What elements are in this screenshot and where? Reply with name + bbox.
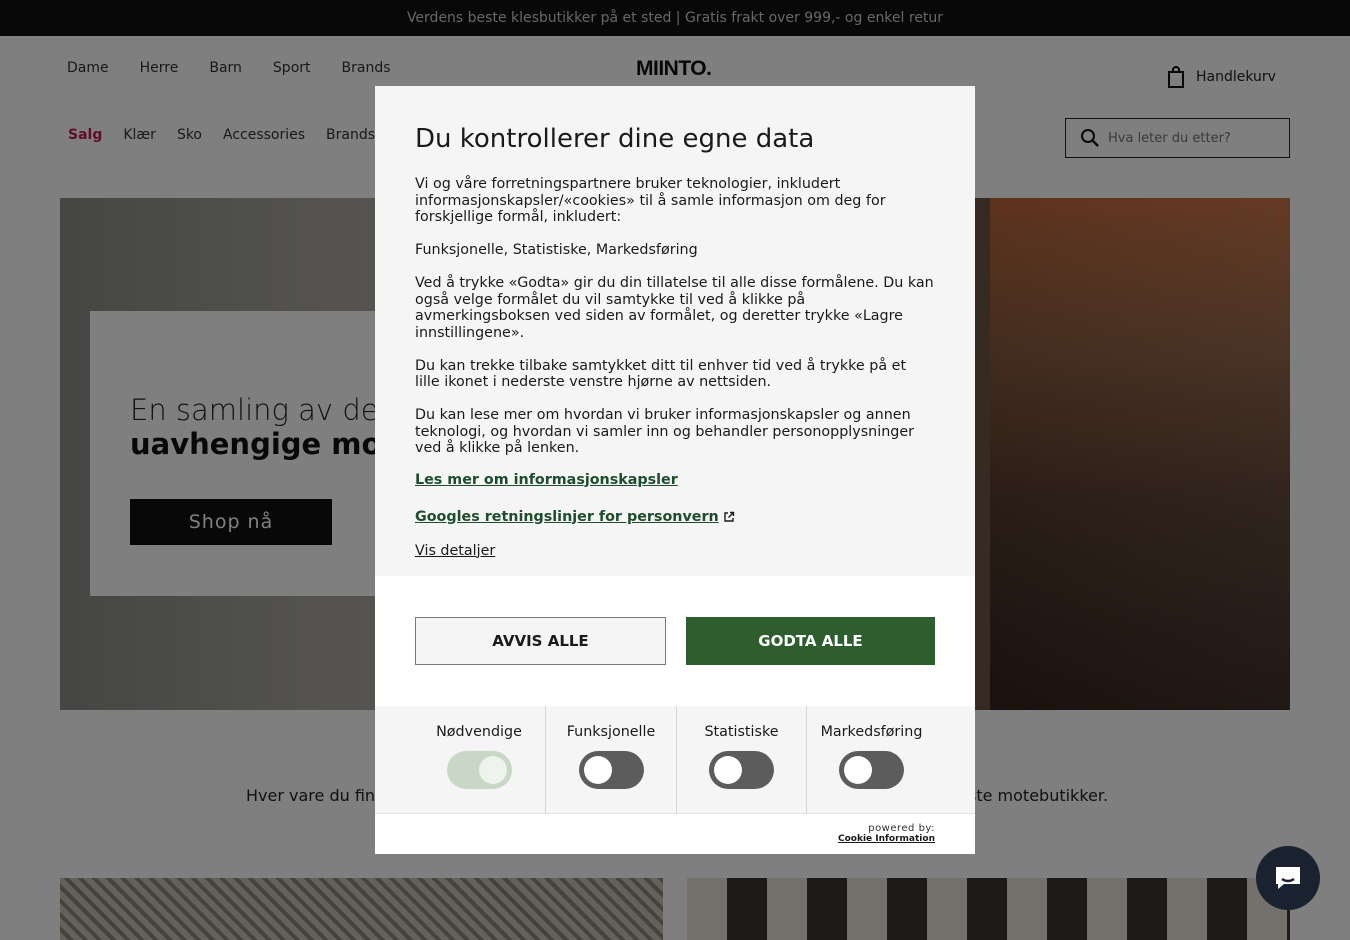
toggle-knob (844, 756, 872, 784)
toggle-knob (478, 756, 507, 784)
consent-button-row: AVVIS ALLE GODTA ALLE (375, 576, 975, 706)
toggle-label-necessary: Nødvendige (436, 724, 522, 740)
toggle-marketing[interactable] (839, 751, 904, 789)
powered-by-label: powered by: (868, 823, 935, 834)
consent-body: Du kontrollerer dine egne data Vi og vår… (375, 86, 975, 576)
consent-title: Du kontrollerer dine egne data (415, 124, 815, 154)
reject-all-button[interactable]: AVVIS ALLE (415, 617, 666, 665)
toggle-label-statistics: Statistiske (704, 724, 779, 740)
toggle-knob (583, 756, 612, 784)
toggle-statistics[interactable] (709, 751, 774, 789)
toggle-group-marketing: Markedsføring (806, 706, 936, 813)
consent-paragraph-5: Du kan lese mer om hvordan vi bruker inf… (415, 407, 915, 456)
toggle-functional[interactable] (578, 751, 644, 789)
powered-by-footer: powered by: Cookie Information (375, 813, 975, 854)
show-details-link[interactable]: Vis detaljer (415, 543, 935, 559)
consent-paragraph-3: Ved å trykke «Godta» gir du din tillatel… (415, 275, 934, 341)
toggle-necessary (446, 751, 512, 789)
consent-paragraph-4: Du kan trekke tilbake samtykket ditt til… (415, 357, 907, 391)
cookie-information-link[interactable]: Cookie Information (838, 834, 935, 844)
external-link-icon (724, 511, 734, 522)
cookie-consent-dialog: Du kontrollerer dine egne data Vi og vår… (375, 86, 975, 854)
toggle-group-functional: Funksjonelle (545, 706, 676, 813)
consent-paragraph-1: Vi og våre forretningspartnere bruker te… (415, 176, 886, 225)
toggle-group-necessary: Nødvendige (375, 706, 545, 813)
toggle-label-marketing: Markedsføring (820, 724, 923, 740)
accept-all-button[interactable]: GODTA ALLE (686, 617, 935, 665)
toggle-label-functional: Funksjonelle (566, 724, 656, 740)
consent-paragraph-2: Funksjonelle, Statistiske, Markedsføring (415, 242, 698, 258)
toggle-group-statistics: Statistiske (676, 706, 806, 813)
chat-button[interactable] (1256, 846, 1320, 910)
google-privacy-link[interactable]: Googles retningslinjer for personvern (415, 509, 735, 525)
google-privacy-link-text: Googles retningslinjer for personvern (415, 508, 719, 525)
chat-icon (1276, 867, 1300, 889)
toggle-knob (714, 756, 742, 784)
cookie-info-link[interactable]: Les mer om informasjonskapsler (415, 472, 678, 488)
consent-category-toggles: Nødvendige Funksjonelle Statistiske Mark… (375, 706, 975, 813)
